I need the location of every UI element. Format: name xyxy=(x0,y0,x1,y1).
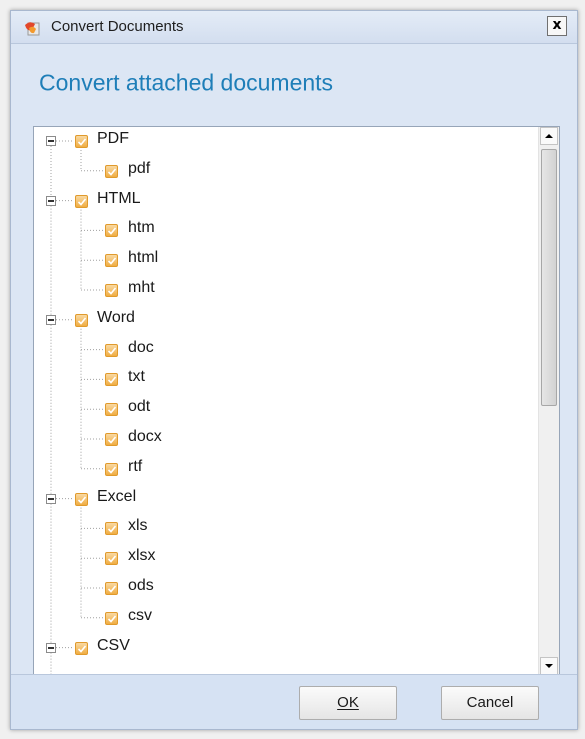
check-icon xyxy=(107,585,117,593)
check-icon xyxy=(77,198,87,206)
tree-node-label: html xyxy=(128,249,159,267)
tree-node-label: PDF xyxy=(97,130,129,147)
checkbox[interactable] xyxy=(105,224,118,238)
scroll-down-button[interactable] xyxy=(540,657,558,675)
dialog-footer: OK Cancel xyxy=(11,674,577,729)
tree-node-label: txt xyxy=(128,368,145,386)
checkbox[interactable] xyxy=(105,522,118,536)
check-icon xyxy=(77,317,87,325)
check-icon xyxy=(107,168,117,176)
collapse-minus-icon[interactable] xyxy=(46,136,56,146)
ok-label: OK xyxy=(337,694,359,711)
check-icon xyxy=(107,257,117,265)
checkbox[interactable] xyxy=(105,611,118,625)
tree-node-doc[interactable]: doc xyxy=(34,336,539,366)
tree-node-word[interactable]: Word xyxy=(34,306,539,336)
window-title: Convert Documents xyxy=(51,18,184,35)
tree-node-odt[interactable]: odt xyxy=(34,395,539,425)
checkbox[interactable] xyxy=(105,552,118,566)
tree-node-label: xls xyxy=(128,517,148,535)
tree-node-label: ods xyxy=(128,577,154,594)
tree-node-label: CSV xyxy=(97,636,130,654)
checkbox[interactable] xyxy=(105,164,118,178)
vertical-scrollbar[interactable] xyxy=(538,127,559,675)
tree-node-label: xlsx xyxy=(128,547,156,565)
check-icon xyxy=(107,525,117,534)
checkbox[interactable] xyxy=(105,582,118,595)
tree-node-html[interactable]: html xyxy=(34,246,539,276)
file-type-tree: PDF pdf HTML htm html mht Word doc txt odt docx rtf… xyxy=(33,126,560,676)
scroll-up-button[interactable] xyxy=(540,127,558,145)
page-title: Convert attached documents xyxy=(39,69,334,96)
tree-node-csv[interactable]: csv xyxy=(34,604,539,634)
checkbox[interactable] xyxy=(105,254,118,268)
check-icon xyxy=(107,227,117,236)
tree-node-mht[interactable]: mht xyxy=(34,276,539,306)
ok-button[interactable]: OK xyxy=(299,686,397,720)
checkbox[interactable] xyxy=(105,433,118,446)
tree-node-xls[interactable]: xls xyxy=(34,514,539,544)
checkbox[interactable] xyxy=(75,641,88,655)
checkbox[interactable] xyxy=(75,135,88,148)
check-icon xyxy=(107,436,117,444)
tree-node-docx[interactable]: docx xyxy=(34,425,539,455)
checkbox[interactable] xyxy=(75,194,88,208)
collapse-minus-icon[interactable] xyxy=(46,493,56,504)
tree-node-txt[interactable]: txt xyxy=(34,365,539,395)
tree-node-label: doc xyxy=(128,338,154,356)
tree-node-csv[interactable]: CSV xyxy=(34,634,539,664)
tree-node-label: rtf xyxy=(128,457,143,475)
check-icon xyxy=(107,555,117,563)
cancel-label: Cancel xyxy=(466,694,514,711)
tree-node-xlsx[interactable]: xlsx xyxy=(34,544,539,574)
check-icon xyxy=(107,615,117,623)
tree-node-label: pdf xyxy=(128,159,151,177)
tree-node-ods[interactable]: ods xyxy=(34,574,539,604)
check-icon xyxy=(107,287,117,295)
convert-app-icon xyxy=(25,22,40,36)
check-icon xyxy=(77,496,87,504)
convert-documents-dialog: Convert Documents x Convert attached doc… xyxy=(10,10,578,730)
tree-node-label: odt xyxy=(128,398,151,416)
tree-node-htm[interactable]: htm xyxy=(34,216,539,246)
close-button[interactable]: x xyxy=(547,16,567,36)
tree-node-excel[interactable]: Excel xyxy=(34,485,539,515)
tree-node-pdf[interactable]: pdf xyxy=(34,157,539,187)
tree-node-label: mht xyxy=(128,279,155,296)
check-icon xyxy=(77,138,87,146)
tree-node-label: docx xyxy=(128,428,162,445)
checkbox[interactable] xyxy=(75,492,88,506)
tree-node-label: Excel xyxy=(97,487,137,505)
checkbox[interactable] xyxy=(105,462,118,476)
tree-node-pdf[interactable]: PDF xyxy=(34,127,539,157)
arrow-down-icon xyxy=(545,664,553,668)
collapse-minus-icon[interactable] xyxy=(46,314,56,325)
tree-node-label: Word xyxy=(97,308,135,326)
collapse-minus-icon[interactable] xyxy=(46,195,56,206)
check-icon xyxy=(107,406,117,414)
collapse-minus-icon[interactable] xyxy=(46,642,56,653)
tree-node-label: HTML xyxy=(97,189,141,207)
title-bar: Convert Documents x xyxy=(11,11,577,44)
check-icon xyxy=(107,466,117,474)
checkbox[interactable] xyxy=(105,373,118,387)
check-icon xyxy=(107,376,117,385)
scroll-thumb[interactable] xyxy=(541,149,557,406)
arrow-up-icon xyxy=(545,134,553,138)
tree-node-label: csv xyxy=(128,606,152,624)
checkbox[interactable] xyxy=(105,284,118,297)
tree-node-html[interactable]: HTML xyxy=(34,187,539,217)
checkbox[interactable] xyxy=(105,343,118,357)
tree-node-label: htm xyxy=(128,219,155,237)
check-icon xyxy=(107,347,117,355)
checkbox[interactable] xyxy=(105,403,118,417)
check-icon xyxy=(77,645,87,653)
cancel-button[interactable]: Cancel xyxy=(441,686,539,720)
tree-node-rtf[interactable]: rtf xyxy=(34,455,539,485)
checkbox[interactable] xyxy=(75,313,88,327)
